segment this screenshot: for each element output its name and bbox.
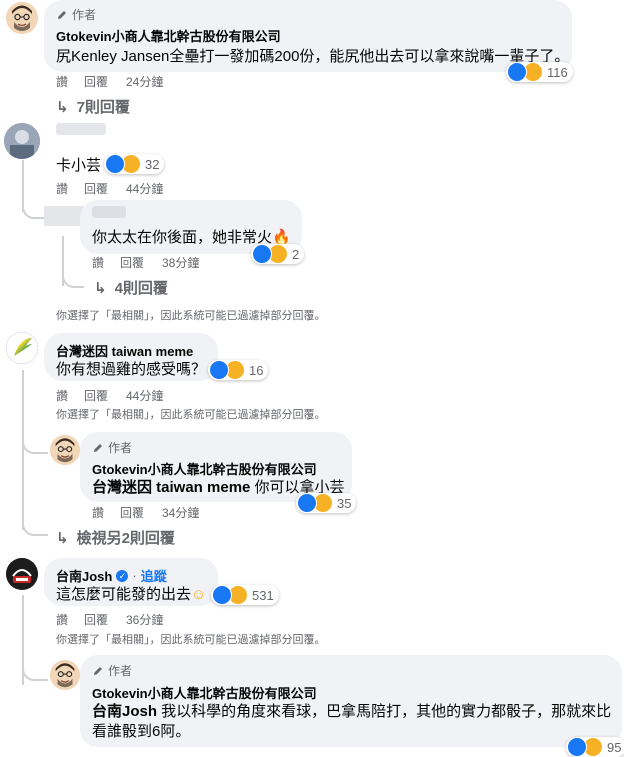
pencil-icon [94,443,102,452]
comment-text: 尻Kenley Jansen全壘打一發加碼200份，能尻他出去可以拿來說嘴一輩子… [56,48,570,65]
author-badge: 作者 [56,6,96,23]
view-replies-link[interactable]: ↳ 檢視另2則回覆 [56,527,175,548]
comment-actions: 讚 回覆 34分鐘 [92,504,199,521]
view-replies-label: 7則回覆 [76,99,130,116]
comment-actions: 讚 回覆 44分鐘 [56,180,163,197]
comment-text: 台南Josh 我以科學的角度來看球，巴拿馬陪打，其他的實力都骰子，那就來比 [92,700,611,721]
reaction-count: 2 [292,246,300,262]
thread-line [22,370,24,530]
thread-connector [22,522,48,536]
redacted-name [92,206,126,218]
thread-connector [62,274,84,288]
avatar[interactable] [50,435,80,465]
like-button[interactable]: 讚 [56,180,84,197]
thread-connector [22,438,48,454]
like-button[interactable]: 讚 [56,387,84,404]
view-replies-label: 檢視另2則回覆 [76,530,175,547]
pencil-icon [94,666,102,675]
comment-text: 這怎麼可能發的出去☺ [56,583,206,604]
view-replies-label: 4則回覆 [114,280,168,297]
thread-connector [22,205,44,219]
comment-actions: 讚 回覆 24分鐘 [56,73,163,90]
commenter-name[interactable]: Gtokevin小商人靠北幹古股份有限公司 [56,26,281,45]
author-badge-label: 作者 [108,441,133,455]
comment-text-body: 這怎麼可能發的出去 [56,586,192,603]
author-badge-label: 作者 [72,8,97,22]
like-button[interactable]: 讚 [56,611,84,628]
reaction-count: 16 [249,362,264,378]
reply-button[interactable]: 回覆 [84,180,126,197]
like-reaction-icon [252,244,272,264]
like-button[interactable]: 讚 [92,254,120,271]
comment-text: 卡小芸 [56,157,102,174]
comment-text: 你有想過雞的感受嗎？ [56,361,207,378]
pencil-icon [58,10,66,19]
reply-arrow-icon: ↳ [94,279,107,297]
reply-arrow-icon: ↳ [56,98,69,116]
reaction-count: 95 [607,739,622,755]
reaction-count: 116 [547,64,568,80]
comment-actions: 讚 回覆 36分鐘 [56,611,163,628]
timestamp[interactable]: 24分鐘 [126,73,163,90]
like-button[interactable]: 讚 [92,504,120,521]
mention-link[interactable]: 台灣迷因 taiwan meme [92,479,250,496]
mention-link[interactable]: 台南Josh [92,703,157,720]
comment-text-line2: 看誰骰到6阿。 [92,723,191,740]
timestamp[interactable]: 38分鐘 [162,254,199,271]
comment-actions: 讚 回覆 38分鐘 [92,254,199,271]
reaction-summary[interactable]: 531 [211,585,279,605]
reaction-count: 531 [252,587,274,603]
view-replies-link[interactable]: ↳ 4則回覆 [94,277,168,298]
like-reaction-icon [209,360,229,380]
reaction-summary[interactable]: 35 [296,493,357,513]
reaction-summary[interactable]: 116 [506,62,573,82]
like-button[interactable]: 讚 [56,73,84,90]
reaction-count: 32 [145,156,160,172]
like-reaction-icon [567,737,587,757]
dot-separator: · [132,568,137,583]
filter-note: 你選擇了「最相關」，因此系統可能已過濾掉部分回覆。 [56,310,326,322]
timestamp[interactable]: 44分鐘 [126,180,163,197]
reaction-summary[interactable]: 2 [251,244,305,264]
timestamp[interactable]: 44分鐘 [126,387,163,404]
comment-text-body: 你太太在你後面，她非常火 [92,229,273,246]
like-reaction-icon [212,585,232,605]
comment-actions: 讚 回覆 44分鐘 [56,387,163,404]
timestamp[interactable]: 36分鐘 [126,611,163,628]
author-badge: 作者 [92,662,132,679]
reaction-summary[interactable]: 32 [104,154,165,174]
filter-note: 你選擇了「最相關」，因此系統可能已過濾掉部分回覆。 [56,409,326,421]
redacted-name [56,123,106,135]
filter-note: 你選擇了「最相關」，因此系統可能已過濾掉部分回覆。 [56,634,326,646]
reply-button[interactable]: 回覆 [120,504,162,521]
thread-connector [22,665,48,681]
timestamp[interactable]: 34分鐘 [162,504,199,521]
reaction-summary[interactable]: 16 [208,360,269,380]
reaction-count: 35 [337,495,352,511]
verified-badge-icon: ✓ [116,569,129,582]
reply-button[interactable]: 回覆 [84,611,126,628]
author-badge-label: 作者 [108,664,133,678]
reply-arrow-icon: ↳ [56,529,69,547]
view-replies-link[interactable]: ↳ 7則回覆 [56,96,130,117]
avatar[interactable] [6,558,38,590]
avatar[interactable] [6,332,38,364]
like-reaction-icon [297,493,317,513]
avatar[interactable] [50,660,80,690]
like-reaction-icon [105,154,125,174]
reply-button[interactable]: 回覆 [84,73,126,90]
like-reaction-icon [507,62,527,82]
comment-text-body: 我以科學的角度來看球，巴拿馬陪打，其他的實力都骰子，那就來比 [157,703,612,720]
reaction-summary[interactable]: 95 [566,737,624,757]
wink-emoji-icon: ☺ [191,586,207,603]
author-badge: 作者 [92,439,132,456]
avatar[interactable] [4,123,40,159]
redacted-avatar [44,206,84,226]
avatar[interactable] [6,2,38,34]
reply-button[interactable]: 回覆 [120,254,162,271]
reply-button[interactable]: 回覆 [84,387,126,404]
